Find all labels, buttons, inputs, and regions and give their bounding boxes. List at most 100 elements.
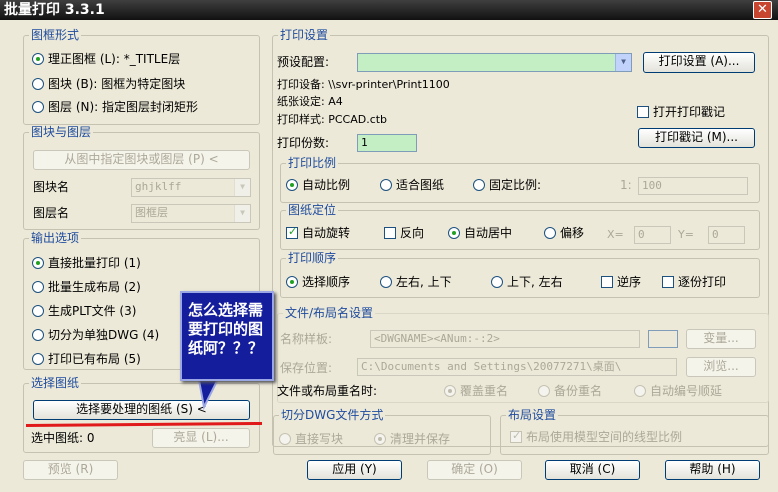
offset-y-input[interactable]: 0 xyxy=(708,226,745,244)
frame-form-radio-block[interactable] xyxy=(32,78,44,90)
order-radio-selection[interactable] xyxy=(286,276,298,288)
select-drawings-title: 选择图纸 xyxy=(29,376,82,390)
split-dwg-title: 切分DWG文件方式 xyxy=(279,408,386,422)
preset-label: 预设配置: xyxy=(277,55,330,69)
save-location-input[interactable]: C:\Documents and Settings\20077271\桌面\ xyxy=(357,358,677,376)
reverse-order-checkbox[interactable] xyxy=(601,276,613,288)
block-name-value: ghjklff xyxy=(135,180,182,193)
paper-setting: 纸张设定: A4 xyxy=(277,95,343,108)
selected-count-label: 选中图纸: 0 xyxy=(31,431,95,445)
print-settings-button[interactable]: 打印设置 (A)... xyxy=(643,52,755,73)
name-template-input[interactable]: <DWGNAME><ANum:-:2> xyxy=(370,330,640,348)
model-linetype-checkbox[interactable] xyxy=(510,429,522,443)
scale-ratio-input[interactable]: 100 xyxy=(638,177,748,195)
pick-from-drawing-button[interactable]: 从图中指定图块或图层 (P) < xyxy=(33,150,250,170)
rename-option-backup: 备份重名 xyxy=(554,384,603,398)
model-linetype-label: 布局使用模型空间的线型比例 xyxy=(526,430,683,444)
window-title: 批量打印 3.3.1 xyxy=(4,2,105,18)
per-copy-checkbox[interactable] xyxy=(662,276,674,288)
reverse-order-label: 逆序 xyxy=(617,275,642,289)
chevron-down-icon: ▼ xyxy=(234,179,250,196)
output-options-title: 输出选项 xyxy=(29,231,82,245)
chevron-down-icon: ▼ xyxy=(615,54,631,71)
annotation-callout: 怎么选择需 要打印的图 纸阿？？？ xyxy=(180,291,274,381)
variables-button[interactable]: 变量... xyxy=(686,329,756,349)
order-radio-lr-tb[interactable] xyxy=(380,276,392,288)
output-option-batch-layout: 批量生成布局 (2) xyxy=(48,280,141,294)
cancel-button[interactable]: 取消 (C) xyxy=(545,460,640,480)
preset-select[interactable]: ▼ xyxy=(357,53,632,72)
output-radio-split-dwg[interactable] xyxy=(32,329,44,341)
scale-radio-fit[interactable] xyxy=(380,179,392,191)
open-stamp-label: 打开打印戳记 xyxy=(653,105,726,119)
file-name-title: 文件/布局名设置 xyxy=(283,306,376,320)
copies-input[interactable]: 1 xyxy=(357,134,417,152)
rename-radio-backup[interactable] xyxy=(538,385,550,397)
rename-radio-overwrite[interactable] xyxy=(444,385,456,397)
frame-form-radio-title[interactable] xyxy=(32,53,44,65)
layer-name-select[interactable]: 图框层 ▼ xyxy=(131,204,251,223)
rename-option-overwrite: 覆盖重名 xyxy=(460,384,509,398)
close-icon[interactable]: ✕ xyxy=(753,1,772,19)
frame-form-title: 图框形式 xyxy=(29,28,82,42)
drawing-position-title: 图纸定位 xyxy=(286,203,339,217)
help-button[interactable]: 帮助 (H) xyxy=(665,460,760,480)
split-radio-purge-save[interactable] xyxy=(374,433,386,445)
layer-name-label: 图层名 xyxy=(33,206,70,220)
auto-center-label: 自动居中 xyxy=(464,226,513,240)
auto-rotate-checkbox[interactable] xyxy=(286,225,298,239)
preview-button[interactable]: 预览 (R) xyxy=(23,460,118,480)
apply-button[interactable]: 应用 (Y) xyxy=(307,460,402,480)
print-settings-title: 打印设置 xyxy=(278,28,331,42)
frame-form-option-block: 图块 (B): 图框为特定图块 xyxy=(48,77,186,91)
offset-radio[interactable] xyxy=(544,227,556,239)
order-option-lr-tb: 左右, 上下 xyxy=(396,275,452,289)
rename-radio-auto-number[interactable] xyxy=(634,385,646,397)
output-option-direct-print: 直接批量打印 (1) xyxy=(48,256,141,270)
per-copy-label: 逐份打印 xyxy=(678,275,727,289)
name-template-label: 名称样板: xyxy=(280,332,333,346)
scale-radio-auto[interactable] xyxy=(286,179,298,191)
print-style: 打印样式: PCCAD.ctb xyxy=(277,113,388,126)
split-option-purge-save: 清理并保存 xyxy=(390,432,451,446)
reverse-checkbox[interactable] xyxy=(384,227,396,239)
split-radio-write-block[interactable] xyxy=(279,433,291,445)
save-location-label: 保存位置: xyxy=(280,361,333,375)
scale-option-auto: 自动比例 xyxy=(302,178,351,192)
print-scale-title: 打印比例 xyxy=(286,156,339,170)
block-name-select[interactable]: ghjklff ▼ xyxy=(131,178,251,197)
layer-name-value: 图框层 xyxy=(135,206,168,219)
open-stamp-checkbox[interactable] xyxy=(637,106,649,118)
auto-center-radio[interactable] xyxy=(448,227,460,239)
order-option-tb-lr: 上下, 左右 xyxy=(507,275,563,289)
output-radio-plt[interactable] xyxy=(32,305,44,317)
copies-label: 打印份数: xyxy=(277,136,330,150)
chevron-down-icon: ▼ xyxy=(234,205,250,222)
print-device: 打印设备: \\svr-printer\Print1100 xyxy=(277,78,450,91)
template-aux-box[interactable] xyxy=(648,330,678,348)
frame-form-option-title: 理正图框 (L): *_TITLE层 xyxy=(48,52,181,66)
order-option-selection: 选择顺序 xyxy=(302,275,351,289)
ok-button[interactable]: 确定 (O) xyxy=(427,460,522,480)
scale-ratio-label: 1: xyxy=(620,178,632,192)
print-order-title: 打印顺序 xyxy=(286,251,339,265)
output-option-split-dwg: 切分为单独DWG (4) xyxy=(48,328,160,342)
output-option-plt: 生成PLT文件 (3) xyxy=(48,304,137,318)
output-radio-existing-layout[interactable] xyxy=(32,353,44,365)
offset-x-label: X= xyxy=(607,228,624,241)
scale-radio-fixed[interactable] xyxy=(473,179,485,191)
output-radio-direct-print[interactable] xyxy=(32,257,44,269)
print-stamp-button[interactable]: 打印戳记 (M)... xyxy=(638,128,755,148)
title-bar: 批量打印 3.3.1 ✕ xyxy=(0,0,778,20)
output-radio-batch-layout[interactable] xyxy=(32,281,44,293)
browse-button[interactable]: 浏览... xyxy=(686,357,756,377)
block-layer-title: 图块与图层 xyxy=(29,125,94,139)
offset-y-label: Y= xyxy=(678,228,694,241)
highlight-button[interactable]: 亮显 (L)... xyxy=(152,428,250,448)
order-radio-tb-lr[interactable] xyxy=(491,276,503,288)
frame-form-radio-layer[interactable] xyxy=(32,101,44,113)
block-name-label: 图块名 xyxy=(33,180,70,194)
offset-label: 偏移 xyxy=(560,226,585,240)
offset-x-input[interactable]: 0 xyxy=(634,226,671,244)
layout-settings-title: 布局设置 xyxy=(506,408,559,422)
